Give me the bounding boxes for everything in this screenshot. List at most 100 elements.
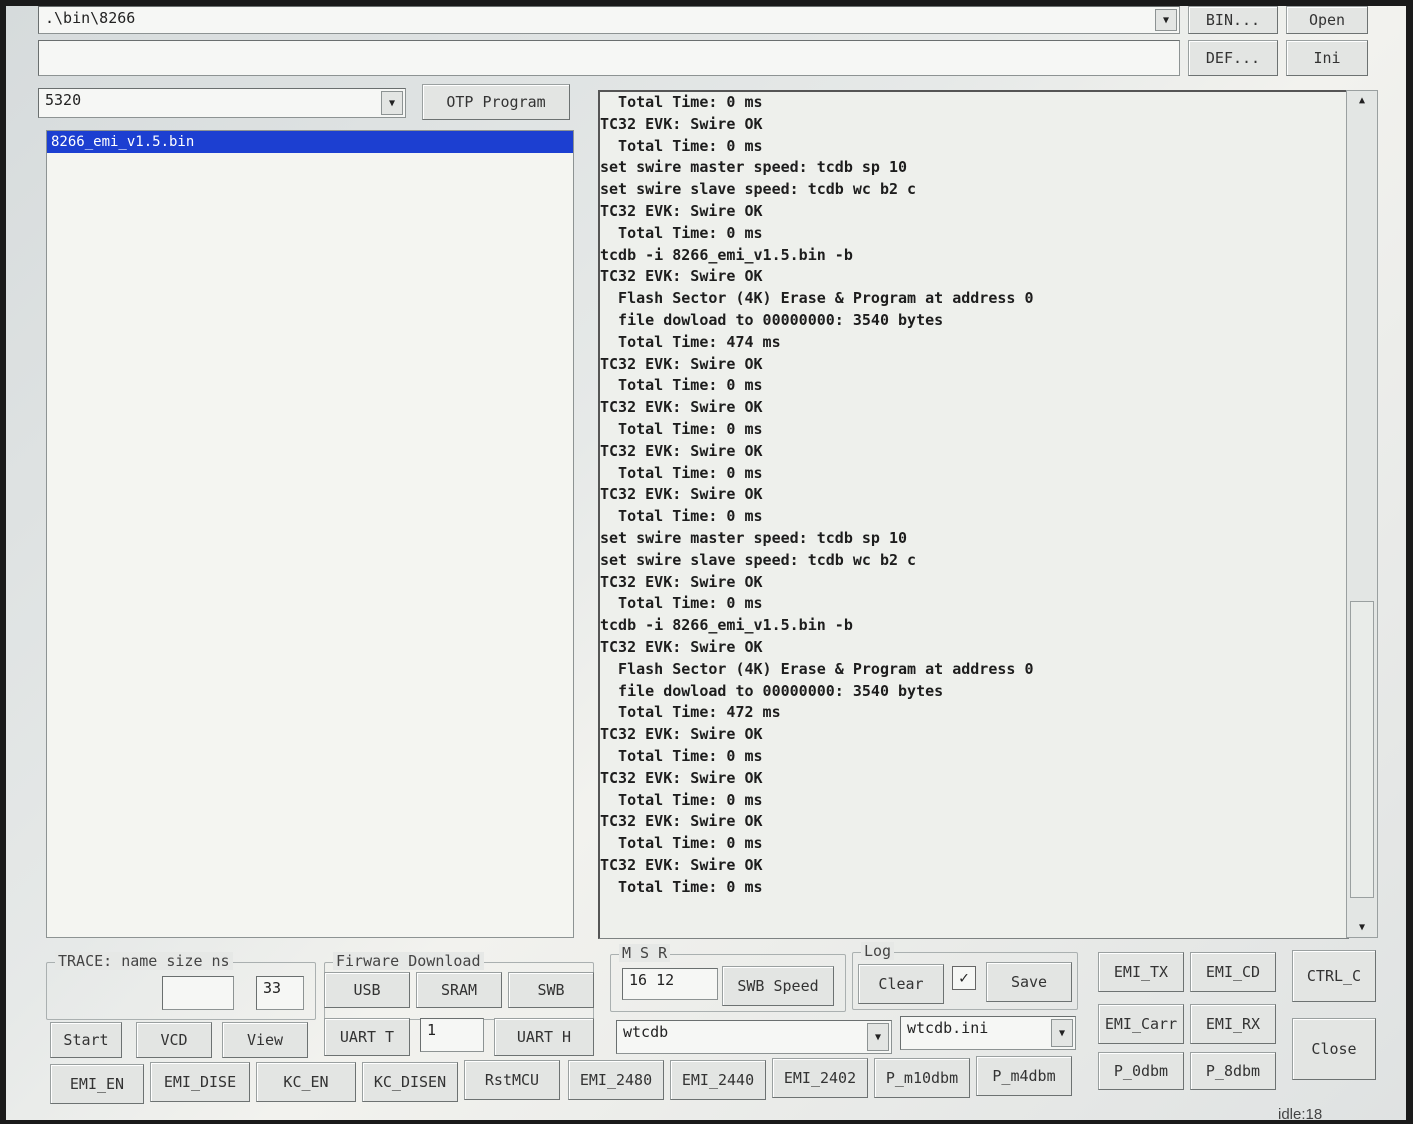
log-line: TC32 EVK: Swire OK <box>600 354 763 373</box>
log-line: TC32 EVK: Swire OK <box>600 855 763 874</box>
log-line: TC32 EVK: Swire OK <box>600 114 763 133</box>
emi-2440-button[interactable]: EMI_2440 <box>670 1060 766 1100</box>
ini-select-value: wtcdb.ini <box>907 1019 989 1037</box>
file-list[interactable]: 8266_emi_v1.5.bin <box>46 130 574 938</box>
chip-select[interactable]: 5320 ▼ <box>38 88 406 118</box>
log-line: Flash Sector (4K) Erase & Program at add… <box>600 659 1034 678</box>
log-line: Total Time: 0 ms <box>600 746 763 765</box>
log-line: Flash Sector (4K) Erase & Program at add… <box>600 289 1034 308</box>
log-line: set swire slave speed: tcdb wc b2 c <box>600 180 917 199</box>
msr-value-field[interactable]: 16 12 <box>622 968 718 1000</box>
chip-select-value: 5320 <box>45 91 82 109</box>
otp-program-button[interactable]: OTP Program <box>422 84 570 120</box>
ini-select[interactable]: wtcdb.ini ▼ <box>900 1016 1076 1050</box>
msr-group-title: M S R <box>619 944 671 962</box>
log-line: Total Time: 0 ms <box>600 463 763 482</box>
uart-h-button[interactable]: UART H <box>494 1018 594 1056</box>
emi-dise-button[interactable]: EMI_DISE <box>150 1062 250 1102</box>
log-line: TC32 EVK: Swire OK <box>600 485 763 504</box>
log-line: set swire slave speed: tcdb wc b2 c <box>600 550 917 569</box>
emi-en-button[interactable]: EMI_EN <box>50 1064 144 1104</box>
log-line: TC32 EVK: Swire OK <box>600 572 763 591</box>
uart-value-field[interactable]: 1 <box>420 1018 484 1052</box>
log-line: set swire master speed: tcdb sp 10 <box>600 158 908 177</box>
log-output[interactable]: Total Time: 0 ms TC32 EVK: Swire OK Total… <box>598 90 1349 939</box>
log-line: Total Time: 0 ms <box>600 93 763 111</box>
chevron-down-icon[interactable]: ▼ <box>867 1023 889 1051</box>
tool-select-value: wtcdb <box>623 1023 669 1041</box>
save-button[interactable]: Save <box>986 962 1072 1002</box>
firmware-group-title: Firware Download <box>333 952 484 970</box>
log-line: TC32 EVK: Swire OK <box>600 637 763 656</box>
scroll-thumb[interactable] <box>1350 601 1374 898</box>
chevron-down-icon[interactable]: ▼ <box>1051 1019 1073 1047</box>
kc-en-button[interactable]: KC_EN <box>256 1062 356 1102</box>
sram-button[interactable]: SRAM <box>416 972 502 1008</box>
log-line: Total Time: 0 ms <box>600 877 763 896</box>
log-line: Total Time: 0 ms <box>600 790 763 809</box>
tool-select[interactable]: wtcdb ▼ <box>616 1020 892 1054</box>
save-log-checkbox[interactable]: ✓ <box>952 966 976 990</box>
log-line: Total Time: 0 ms <box>600 419 763 438</box>
log-line: Total Time: 0 ms <box>600 594 763 613</box>
log-line: Total Time: 0 ms <box>600 834 763 853</box>
file-list-item-selected[interactable]: 8266_emi_v1.5.bin <box>47 131 573 153</box>
view-button[interactable]: View <box>222 1022 308 1058</box>
emi-cd-button[interactable]: EMI_CD <box>1190 952 1276 992</box>
log-line: TC32 EVK: Swire OK <box>600 201 763 220</box>
log-line: Total Time: 0 ms <box>600 376 763 395</box>
log-line: Total Time: 0 ms <box>600 507 763 526</box>
log-line: Total Time: 0 ms <box>600 136 763 155</box>
chevron-down-icon[interactable]: ▼ <box>1155 9 1177 31</box>
second-path-field[interactable] <box>38 40 1180 76</box>
rstmcu-button[interactable]: RstMCU <box>464 1060 560 1100</box>
uart-t-button[interactable]: UART T <box>324 1018 410 1056</box>
emi-rx-button[interactable]: EMI_RX <box>1190 1004 1276 1044</box>
log-line: file dowload to 00000000: 3540 bytes <box>600 681 944 700</box>
log-group-title: Log <box>861 942 895 960</box>
emi-carr-button[interactable]: EMI_Carr <box>1098 1004 1184 1044</box>
path-value: .\bin\8266 <box>45 9 136 27</box>
close-button[interactable]: Close <box>1292 1018 1376 1080</box>
path-combobox[interactable]: .\bin\8266 ▼ <box>38 6 1180 34</box>
log-line: tcdb -i 8266_emi_v1.5.bin -b <box>600 616 853 635</box>
scroll-down-icon[interactable]: ▼ <box>1347 922 1377 933</box>
start-button[interactable]: Start <box>50 1022 122 1058</box>
p-0dbm-button[interactable]: P_0dbm <box>1098 1052 1184 1090</box>
bin-button[interactable]: BIN... <box>1188 6 1278 34</box>
emi-2402-button[interactable]: EMI_2402 <box>772 1058 868 1098</box>
p-m4dbm-button[interactable]: P_m4dbm <box>976 1056 1072 1096</box>
log-line: set swire master speed: tcdb sp 10 <box>600 528 908 547</box>
log-line: file dowload to 00000000: 3540 bytes <box>600 310 944 329</box>
emi-2480-button[interactable]: EMI_2480 <box>568 1060 664 1100</box>
kc-disen-button[interactable]: KC_DISEN <box>362 1062 458 1102</box>
ini-button[interactable]: Ini <box>1286 40 1368 76</box>
def-button[interactable]: DEF... <box>1188 40 1278 76</box>
usb-button[interactable]: USB <box>324 972 410 1008</box>
log-line: TC32 EVK: Swire OK <box>600 768 763 787</box>
swb-speed-button[interactable]: SWB Speed <box>722 966 834 1006</box>
log-line: tcdb -i 8266_emi_v1.5.bin -b <box>600 245 853 264</box>
log-line: Total Time: 0 ms <box>600 223 763 242</box>
emi-tx-button[interactable]: EMI_TX <box>1098 952 1184 992</box>
open-button[interactable]: Open <box>1286 6 1368 34</box>
app-window: .\bin\8266 ▼ BIN... Open DEF... Ini 5320… <box>6 6 1406 1123</box>
ctrl-c-button[interactable]: CTRL_C <box>1292 950 1376 1002</box>
p-8dbm-button[interactable]: P_8dbm <box>1190 1052 1276 1090</box>
trace-size-field[interactable]: 33 <box>256 976 304 1010</box>
p-m10dbm-button[interactable]: P_m10dbm <box>874 1058 970 1098</box>
clear-button[interactable]: Clear <box>858 964 944 1004</box>
log-scrollbar[interactable]: ▲ ▼ <box>1346 90 1378 938</box>
log-line: Total Time: 474 ms <box>600 332 781 351</box>
vcd-button[interactable]: VCD <box>136 1022 212 1058</box>
trace-name-field[interactable] <box>162 976 234 1010</box>
scroll-up-icon[interactable]: ▲ <box>1347 95 1377 106</box>
log-line: TC32 EVK: Swire OK <box>600 812 763 831</box>
chevron-down-icon[interactable]: ▼ <box>381 91 403 115</box>
status-text: idle:18 <box>1278 1106 1323 1123</box>
log-line: TC32 EVK: Swire OK <box>600 725 763 744</box>
swb-button[interactable]: SWB <box>508 972 594 1008</box>
log-line: TC32 EVK: Swire OK <box>600 441 763 460</box>
trace-group-title: TRACE: name size ns <box>55 952 233 970</box>
checkmark-icon: ✓ <box>959 968 969 987</box>
